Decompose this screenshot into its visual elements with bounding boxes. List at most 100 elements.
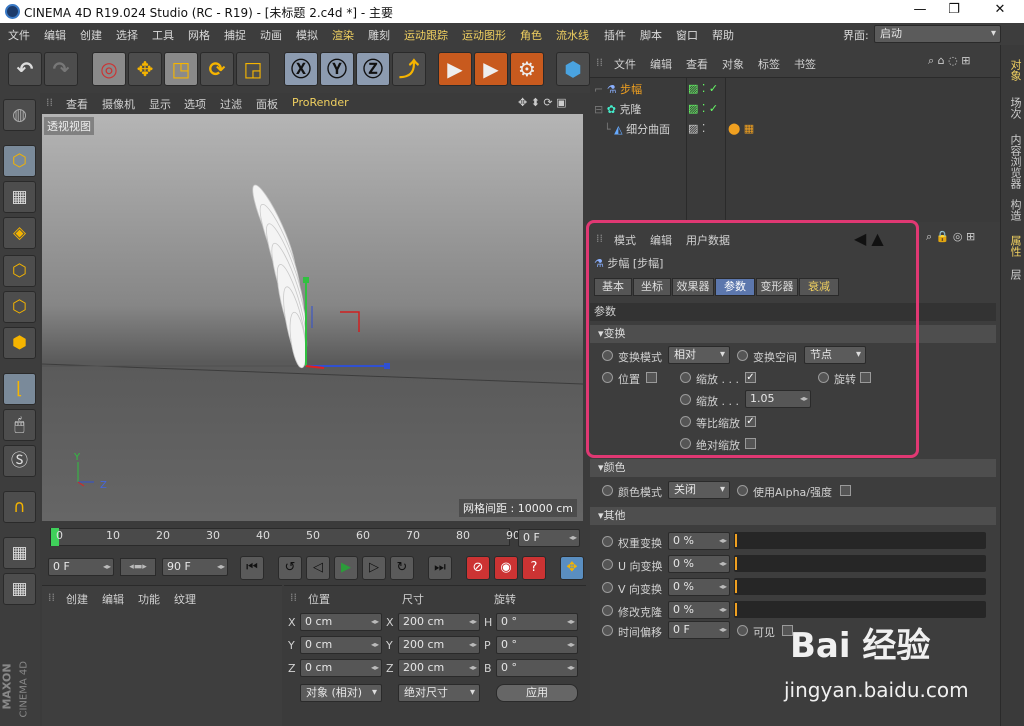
- object-row-step[interactable]: ⌐ ⚗ 步幅: [594, 81, 684, 99]
- end-frame-field[interactable]: 90 F: [162, 558, 228, 576]
- cloner-visibility-icons[interactable]: ▨ ⁚ ✓: [688, 102, 718, 115]
- edges-mode-icon[interactable]: ⬡: [3, 291, 36, 323]
- color-mode-select[interactable]: 关闭: [668, 481, 730, 499]
- render-view-icon[interactable]: ▶: [438, 52, 472, 86]
- obj-search-icons[interactable]: ⌕ ⌂ ◌ ⊞: [928, 54, 970, 68]
- render-picture-viewer-icon[interactable]: ▶: [474, 52, 508, 86]
- color-section-header[interactable]: ▾颜色: [590, 459, 996, 477]
- size-x-field[interactable]: 200 cm: [398, 613, 480, 631]
- menu-plugins[interactable]: 插件: [604, 27, 626, 43]
- side-tab-takes[interactable]: 场次: [1003, 93, 1023, 123]
- move-icon[interactable]: ✥: [128, 52, 162, 86]
- maximize-button[interactable]: ❐: [939, 2, 969, 20]
- minimize-button[interactable]: —: [905, 2, 935, 20]
- menu-simulate[interactable]: 模拟: [296, 27, 318, 43]
- live-selection-icon[interactable]: ◎: [92, 52, 126, 86]
- vp-menu-filter[interactable]: 过滤: [220, 96, 242, 112]
- menu-help[interactable]: 帮助: [712, 27, 734, 43]
- material-tags-icon[interactable]: ⬤ ▦: [728, 122, 754, 135]
- other-row-field[interactable]: 0 %: [668, 532, 730, 550]
- side-tab-content-browser[interactable]: 内容浏览器: [1003, 127, 1023, 195]
- other-row-field[interactable]: 0 %: [668, 555, 730, 573]
- radio-icon[interactable]: [602, 536, 613, 547]
- radio-icon[interactable]: [602, 582, 613, 593]
- time-offset-field[interactable]: 0 F: [668, 621, 730, 639]
- z-axis-lock-icon[interactable]: Ⓩ: [356, 52, 390, 86]
- menu-script[interactable]: 脚本: [640, 27, 662, 43]
- rotation-h-field[interactable]: 0 °: [496, 613, 578, 631]
- lock-workplane-icon[interactable]: ▦: [3, 537, 36, 569]
- size-mode-select[interactable]: 绝对尺寸: [398, 684, 480, 702]
- radio-icon[interactable]: [602, 485, 613, 496]
- mat-menu-edit[interactable]: 编辑: [102, 591, 124, 607]
- menu-create[interactable]: 创建: [80, 27, 102, 43]
- radio-icon[interactable]: [737, 625, 748, 636]
- menu-mograph[interactable]: 运动图形: [462, 27, 506, 43]
- other-row-field[interactable]: 0 %: [668, 578, 730, 596]
- step-visibility-icons[interactable]: ▨ ⁚ ✓: [688, 82, 718, 95]
- side-tab-layers[interactable]: 层: [1003, 263, 1023, 285]
- mat-menu-texture[interactable]: 纹理: [174, 591, 196, 607]
- current-frame-field[interactable]: 0 F: [518, 529, 580, 547]
- snap-icon[interactable]: Ⓢ: [3, 445, 36, 477]
- vp-menu-prorender[interactable]: ProRender: [292, 96, 349, 109]
- magnet-icon[interactable]: ∩: [3, 491, 36, 523]
- planar-workplane-icon[interactable]: ▦: [3, 573, 36, 605]
- side-tab-attributes[interactable]: 属性: [1003, 231, 1023, 261]
- vp-menu-options[interactable]: 选项: [184, 96, 206, 112]
- next-key-icon[interactable]: ↻: [390, 556, 414, 580]
- menu-file[interactable]: 文件: [8, 27, 30, 43]
- key-move-icon[interactable]: ✥: [560, 556, 584, 580]
- radio-icon[interactable]: [602, 625, 613, 636]
- rotation-b-field[interactable]: 0 °: [496, 659, 578, 677]
- menu-mesh[interactable]: 网格: [188, 27, 210, 43]
- viewport-nav-icons[interactable]: ✥ ⬍ ⟳ ▣: [518, 96, 567, 109]
- redo-icon[interactable]: ↷: [44, 52, 78, 86]
- other-row-slider[interactable]: [734, 601, 986, 618]
- use-alpha-checkbox[interactable]: [840, 485, 851, 496]
- workplane-icon[interactable]: ◈: [3, 217, 36, 249]
- auto-key-icon[interactable]: ◉: [494, 556, 518, 580]
- apply-button[interactable]: 应用: [496, 684, 578, 702]
- radio-icon[interactable]: [737, 485, 748, 496]
- polygons-mode-icon[interactable]: ⬢: [3, 327, 36, 359]
- start-frame-field[interactable]: 0 F: [48, 558, 114, 576]
- other-row-field[interactable]: 0 %: [668, 601, 730, 619]
- close-button[interactable]: ✕: [985, 2, 1015, 20]
- x-axis-lock-icon[interactable]: Ⓧ: [284, 52, 318, 86]
- play-icon[interactable]: ▶: [334, 556, 358, 580]
- axis-mode-icon[interactable]: ⌊: [3, 373, 36, 405]
- vp-menu-camera[interactable]: 摄像机: [102, 96, 135, 112]
- menu-select[interactable]: 选择: [116, 27, 138, 43]
- side-tab-objects[interactable]: 对象: [1003, 53, 1023, 87]
- other-row-slider[interactable]: [734, 555, 986, 572]
- position-z-field[interactable]: 0 cm: [300, 659, 382, 677]
- radio-icon[interactable]: [602, 605, 613, 616]
- menu-pipeline[interactable]: 流水线: [556, 27, 589, 43]
- object-row-cloner[interactable]: ⊟ ✿ 克隆: [594, 101, 684, 119]
- menu-animate[interactable]: 动画: [260, 27, 282, 43]
- menu-window[interactable]: 窗口: [676, 27, 698, 43]
- record-key-icon[interactable]: ⊘: [466, 556, 490, 580]
- other-row-slider[interactable]: [734, 578, 986, 595]
- position-x-field[interactable]: 0 cm: [300, 613, 382, 631]
- menu-sculpt[interactable]: 雕刻: [368, 27, 390, 43]
- texture-mode-icon[interactable]: ▦: [3, 181, 36, 213]
- model-mode-icon[interactable]: ⬡: [3, 145, 36, 177]
- menu-render[interactable]: 渲染: [332, 27, 354, 43]
- rotation-p-field[interactable]: 0 °: [496, 636, 578, 654]
- make-editable-icon[interactable]: ◍: [3, 99, 36, 131]
- tweak-mode-icon[interactable]: 🖱: [3, 409, 36, 441]
- menu-edit[interactable]: 编辑: [44, 27, 66, 43]
- menu-motion-tracker[interactable]: 运动跟踪: [404, 27, 448, 43]
- cube-icon[interactable]: ⬢: [556, 52, 590, 86]
- object-row-subdivision[interactable]: └ ◭ 细分曲面: [604, 121, 694, 139]
- obj-menu-view[interactable]: 查看: [686, 56, 708, 72]
- menu-character[interactable]: 角色: [520, 27, 542, 43]
- next-frame-icon[interactable]: ▷: [362, 556, 386, 580]
- vp-menu-view[interactable]: 查看: [66, 96, 88, 112]
- rotate-icon[interactable]: ⟳: [200, 52, 234, 86]
- mat-menu-function[interactable]: 功能: [138, 591, 160, 607]
- previous-frame-icon[interactable]: ◁: [306, 556, 330, 580]
- other-section-header[interactable]: ▾其他: [590, 507, 996, 525]
